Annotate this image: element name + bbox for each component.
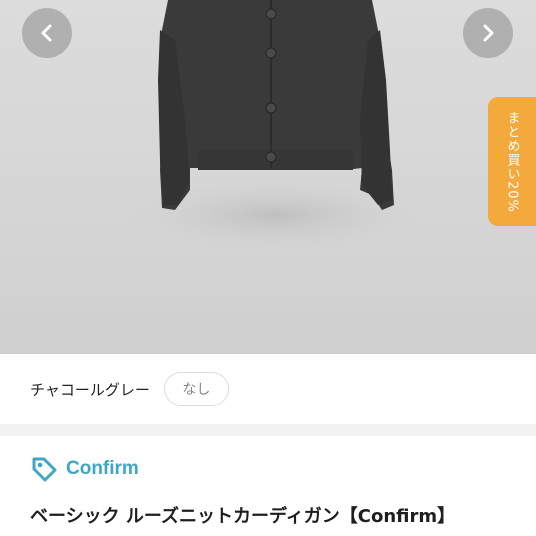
bulk-discount-badge[interactable]: まとめ買い20% <box>488 97 536 226</box>
variant-size-chip[interactable]: なし <box>163 372 229 406</box>
next-image-button[interactable] <box>463 8 513 58</box>
tag-icon <box>32 457 57 482</box>
variant-color-label: チャコールグレー <box>30 380 150 399</box>
chevron-right-icon <box>483 24 494 42</box>
button-4 <box>265 151 277 163</box>
variant-row: チャコールグレー なし <box>0 354 536 424</box>
product-title: ベーシック ルーズニットカーディガン【Confirm】 <box>30 506 456 527</box>
brand-link[interactable]: Confirm <box>30 452 139 486</box>
chevron-left-icon <box>41 24 52 42</box>
product-image[interactable]: まとめ買い20% <box>0 0 536 354</box>
bulk-discount-label: まとめ買い20% <box>504 110 520 213</box>
brand-name: Confirm <box>66 458 139 479</box>
button-3 <box>265 102 277 114</box>
previous-image-button[interactable] <box>22 8 72 58</box>
section-divider <box>0 424 536 436</box>
cardigan-photo <box>115 0 435 255</box>
button-1 <box>265 8 277 20</box>
button-2 <box>265 47 277 59</box>
